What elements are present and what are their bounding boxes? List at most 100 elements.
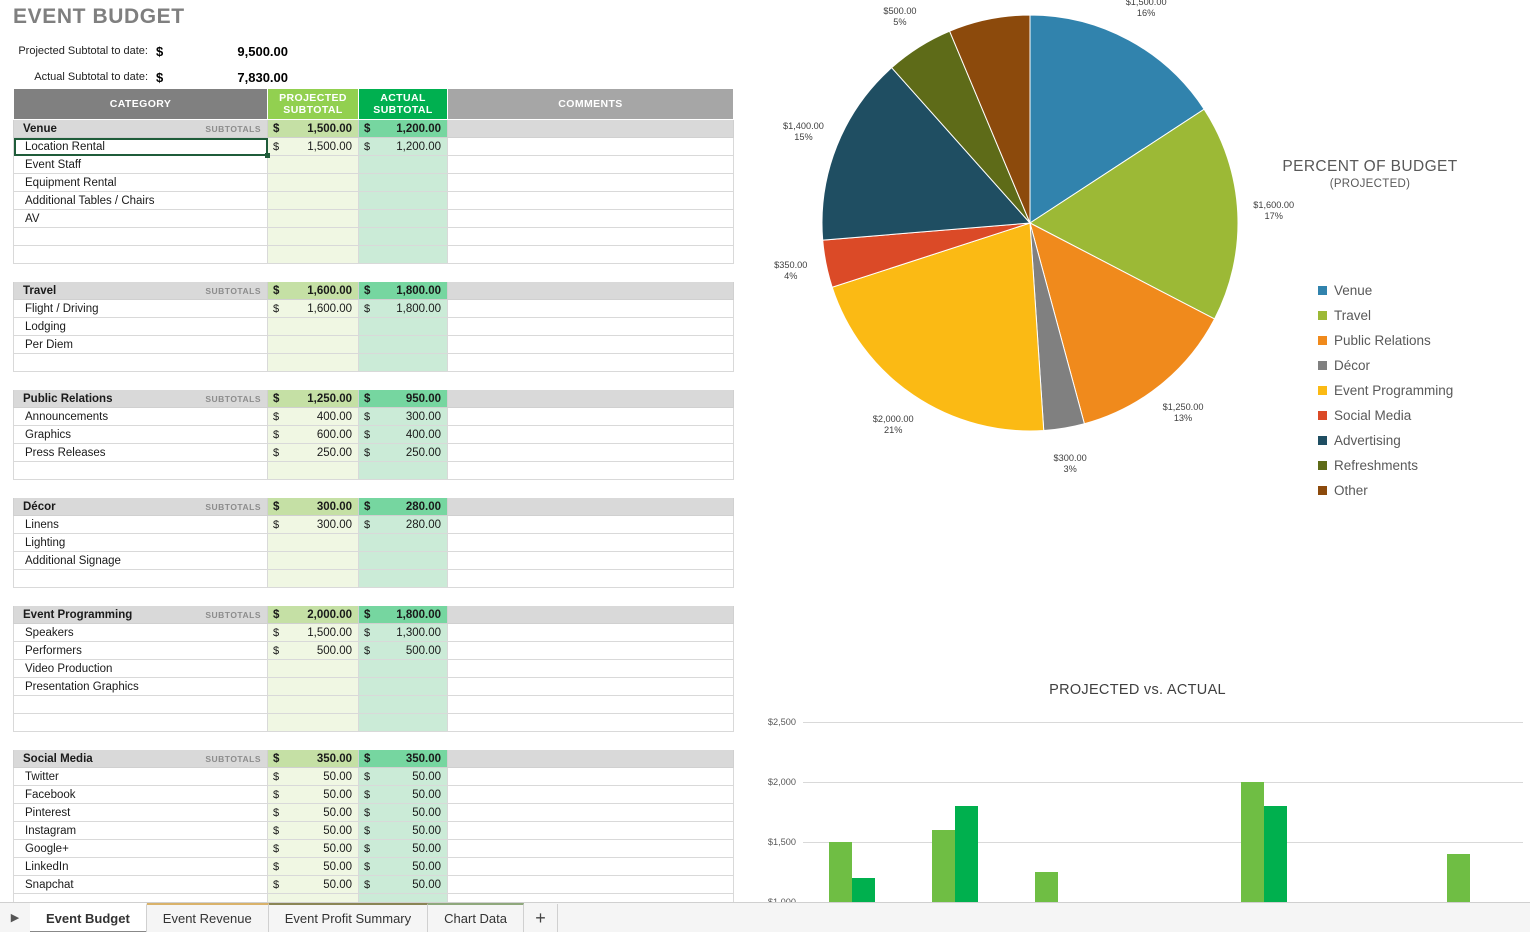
row-projected (267, 659, 359, 678)
spacer-row (13, 371, 734, 390)
legend-item[interactable]: Venue (1318, 278, 1453, 303)
row-category: Facebook (13, 785, 268, 804)
table-row[interactable] (13, 353, 734, 372)
table-row[interactable]: Instagram $50.00 $50.00 (13, 821, 734, 840)
row-category: Twitter (13, 767, 268, 786)
section-header-row[interactable]: Social Media SUBTOTALS $350.00 $350.00 (13, 749, 734, 768)
row-actual (358, 227, 448, 246)
legend-item[interactable]: Advertising (1318, 428, 1453, 453)
sheet-tab[interactable]: Chart Data (428, 902, 525, 932)
sheet-tab[interactable]: Event Budget (30, 902, 147, 932)
legend-swatch (1318, 411, 1327, 420)
budget-table-body[interactable]: Venue SUBTOTALS $1,500.00 $1,200.00 Location… (13, 119, 734, 932)
table-row[interactable]: Location Rental $1,500.00 $1,200.00 (13, 137, 734, 159)
legend-item[interactable]: Refreshments (1318, 453, 1453, 478)
row-comments (447, 569, 734, 588)
table-row[interactable] (13, 245, 734, 264)
table-row[interactable]: Equipment Rental (13, 173, 734, 192)
table-row[interactable]: Pinterest $50.00 $50.00 (13, 803, 734, 822)
table-row[interactable]: LinkedIn $50.00 $50.00 (13, 857, 734, 876)
table-row[interactable]: Flight / Driving $1,600.00 $1,800.00 (13, 299, 734, 318)
row-actual (358, 335, 448, 354)
table-row[interactable]: Google+ $50.00 $50.00 (13, 839, 734, 858)
row-projected (267, 533, 359, 552)
row-category: Snapchat (13, 875, 268, 894)
table-row[interactable] (13, 461, 734, 480)
table-row[interactable]: Graphics $600.00 $400.00 (13, 425, 734, 444)
subtotals-label: SUBTOTALS (205, 609, 261, 620)
legend-swatch (1318, 436, 1327, 445)
row-actual: $50.00 (358, 857, 448, 876)
table-row[interactable]: Video Production (13, 659, 734, 678)
column-header-category: CATEGORY (13, 88, 268, 120)
legend-swatch (1318, 486, 1327, 495)
row-projected: $50.00 (267, 821, 359, 840)
section-header-row[interactable]: Décor SUBTOTALS $300.00 $280.00 (13, 497, 734, 516)
table-row[interactable]: Twitter $50.00 $50.00 (13, 767, 734, 786)
legend-label: Other (1334, 483, 1368, 498)
table-row[interactable] (13, 713, 734, 732)
legend-item[interactable]: Other (1318, 478, 1453, 503)
table-row[interactable]: Per Diem (13, 335, 734, 354)
table-row[interactable]: AV (13, 209, 734, 228)
table-row[interactable] (13, 695, 734, 714)
legend-item[interactable]: Travel (1318, 303, 1453, 328)
summary-block: Projected Subtotal to date: $ 9,500.00 A… (13, 38, 343, 90)
legend-label: Refreshments (1334, 458, 1419, 473)
bar-chart[interactable]: PROJECTED vs. ACTUAL $1,000 $1,500 $2,000 $… (745, 660, 1530, 902)
table-row[interactable]: Linens $300.00 $280.00 (13, 515, 734, 534)
sheet-tabs[interactable]: Event Budget Event Revenue Event Profit Su… (30, 902, 525, 932)
row-comments (447, 407, 734, 426)
table-row[interactable]: Facebook $50.00 $50.00 (13, 785, 734, 804)
sheet-tab[interactable]: Event Revenue (146, 902, 269, 932)
pie-chart-legend[interactable]: Venue Travel Public Relations Décor Event Pr… (1318, 278, 1453, 503)
legend-item[interactable]: Event Programming (1318, 378, 1453, 403)
table-row[interactable]: Presentation Graphics (13, 677, 734, 696)
table-row[interactable]: Additional Signage (13, 551, 734, 570)
section-name: Public Relations SUBTOTALS (13, 389, 268, 408)
row-projected: $50.00 (267, 785, 359, 804)
table-row[interactable] (13, 569, 734, 588)
row-category (13, 245, 268, 264)
section-header-row[interactable]: Event Programming SUBTOTALS $2,000.00 $1,80… (13, 605, 734, 624)
row-projected: $1,500.00 (267, 623, 359, 642)
column-header-actual-subtotal: ACTUAL SUBTOTAL (358, 88, 448, 120)
budget-table[interactable]: CATEGORY PROJECTED SUBTOTAL ACTUAL SUBTO… (13, 88, 734, 932)
row-category: Linens (13, 515, 268, 534)
spreadsheet-grid[interactable]: EVENT BUDGET Projected Subtotal to date:… (0, 0, 745, 932)
section-header-row[interactable]: Public Relations SUBTOTALS $1,250.00 $950.0… (13, 389, 734, 408)
section-header-row[interactable]: Travel SUBTOTALS $1,600.00 $1,800.00 (13, 281, 734, 300)
table-row[interactable] (13, 227, 734, 246)
table-row[interactable]: Additional Tables / Chairs (13, 191, 734, 210)
row-comments (447, 785, 734, 804)
table-row[interactable]: Lighting (13, 533, 734, 552)
row-projected: $50.00 (267, 875, 359, 894)
legend-item[interactable]: Social Media (1318, 403, 1453, 428)
row-category (13, 353, 268, 372)
row-projected (267, 209, 359, 228)
row-projected (267, 317, 359, 336)
table-row[interactable]: Speakers $1,500.00 $1,300.00 (13, 623, 734, 642)
section-header-row[interactable]: Venue SUBTOTALS $1,500.00 $1,200.00 (13, 119, 734, 138)
row-category (13, 569, 268, 588)
legend-label: Décor (1334, 358, 1371, 373)
row-projected (267, 695, 359, 714)
sheet-tab-bar[interactable]: ▶ Event Budget Event Revenue Event Profit … (0, 902, 1530, 932)
add-sheet-button[interactable]: + (524, 903, 559, 932)
legend-item[interactable]: Décor (1318, 353, 1453, 378)
table-row[interactable]: Lodging (13, 317, 734, 336)
bar (955, 806, 979, 902)
row-category: Additional Signage (13, 551, 268, 570)
table-row[interactable]: Event Staff (13, 155, 734, 174)
row-actual (358, 551, 448, 570)
table-row[interactable]: Snapchat $50.00 $50.00 (13, 875, 734, 894)
table-row[interactable]: Announcements $400.00 $300.00 (13, 407, 734, 426)
row-projected (267, 551, 359, 570)
legend-item[interactable]: Public Relations (1318, 328, 1453, 353)
sheet-tab[interactable]: Event Profit Summary (268, 902, 429, 932)
projected-header-line2: SUBTOTAL (283, 104, 343, 116)
row-actual: $1,300.00 (358, 623, 448, 642)
table-row[interactable]: Press Releases $250.00 $250.00 (13, 443, 734, 462)
table-row[interactable]: Performers $500.00 $500.00 (13, 641, 734, 660)
sheet-scroll-right-icon[interactable]: ▶ (0, 911, 30, 924)
